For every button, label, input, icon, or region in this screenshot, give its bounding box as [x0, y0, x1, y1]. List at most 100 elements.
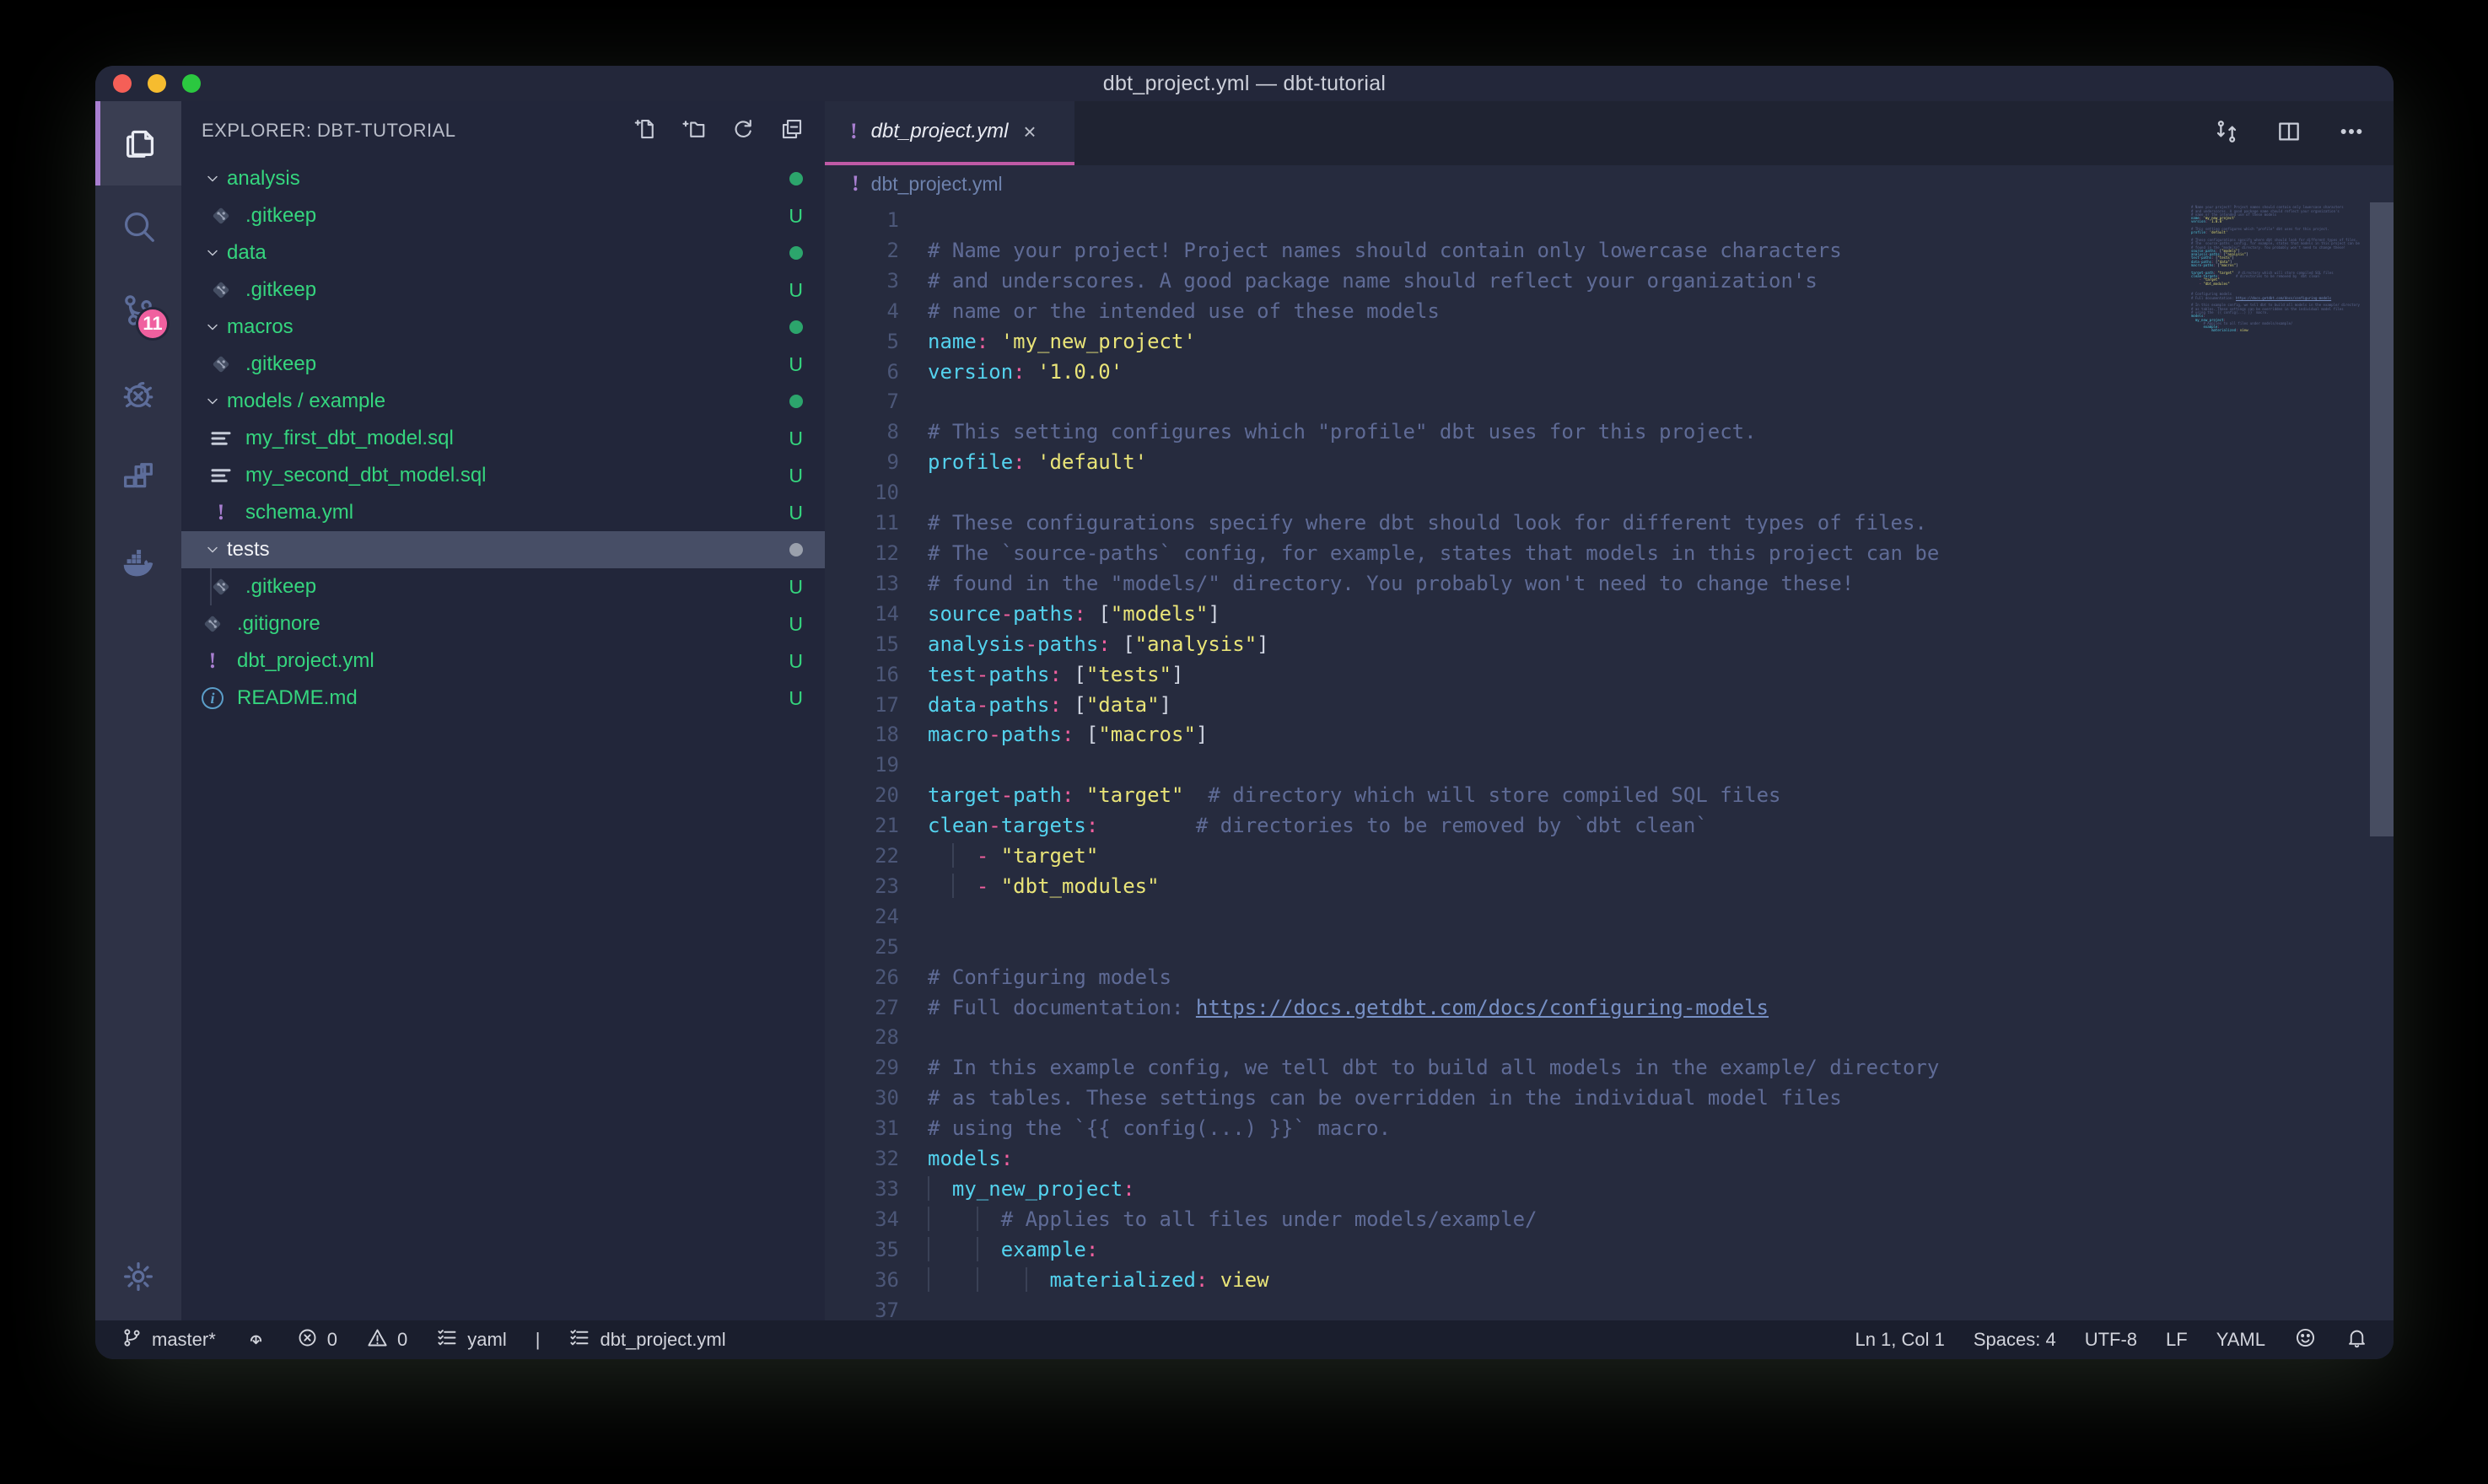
breadcrumb-file[interactable]: dbt_project.yml	[871, 173, 1003, 196]
line-content: # found in the "models/" directory. You …	[899, 569, 1854, 600]
status-feedback[interactable]	[2294, 1326, 2317, 1354]
tree-file--gitkeep[interactable]: .gitkeepU	[181, 568, 825, 605]
yaml-file-icon: !	[850, 119, 858, 144]
code-line: 22 - "target"	[825, 841, 2183, 872]
vscode-window: dbt_project.yml — dbt-tutorial 11 EXPLOR…	[95, 66, 2394, 1359]
minimap[interactable]: # Name your project! Project names shoul…	[2186, 202, 2368, 336]
refresh-explorer-button[interactable]	[730, 116, 756, 146]
line-content	[2186, 332, 2191, 336]
extensions-icon	[119, 460, 158, 503]
activity-item-settings[interactable]	[95, 1236, 181, 1320]
screenshot-stage: dbt_project.yml — dbt-tutorial 11 EXPLOR…	[0, 0, 2488, 1484]
collapse-folders-button[interactable]	[779, 116, 805, 146]
code-area[interactable]: 12# Name your project! Project names sho…	[825, 202, 2183, 1320]
status-linter-file[interactable]: dbt_project.yml	[568, 1326, 725, 1354]
tree-folder-analysis[interactable]: analysis	[181, 160, 825, 197]
activity-item-search[interactable]	[95, 186, 181, 270]
status-publish-changes[interactable]	[245, 1326, 267, 1354]
line-number: 19	[825, 750, 899, 781]
status-linter-file-label: dbt_project.yml	[600, 1329, 725, 1351]
status-warnings[interactable]: 0	[366, 1326, 407, 1354]
status-separator-label: |	[536, 1329, 541, 1351]
line-number: 3	[825, 266, 899, 297]
git-untracked-badge: U	[789, 465, 803, 487]
code-editor[interactable]: 12# Name your project! Project names sho…	[825, 202, 2394, 1320]
split-editor-button[interactable]	[2275, 118, 2302, 149]
code-line: 7	[825, 387, 2183, 417]
code-line: 12# The `source-paths` config, for examp…	[825, 539, 2183, 569]
tree-item-label: .gitkeep	[245, 575, 316, 599]
tree-file-dbt-project-yml[interactable]: !dbt_project.ymlU	[181, 643, 825, 680]
file-tree: analysis.gitkeepUdata.gitkeepUmacros.git…	[181, 160, 825, 1320]
line-content: # Configuring models	[899, 963, 1171, 993]
code-line: 24	[825, 902, 2183, 933]
line-number: 5	[825, 327, 899, 358]
line-number: 28	[825, 1023, 899, 1053]
more-actions-button[interactable]	[2338, 118, 2365, 149]
line-content: macro-paths: ["macros"]	[2186, 263, 2238, 267]
line-content	[899, 478, 928, 508]
code-line: 36 materialized: view	[825, 1266, 2183, 1296]
tree-folder-tests[interactable]: tests	[181, 531, 825, 568]
status-eol[interactable]: LF	[2166, 1329, 2188, 1351]
git-untracked-badge: U	[789, 353, 803, 376]
new-folder-button[interactable]	[681, 116, 707, 146]
code-line: 20target-path: "target" # directory whic…	[825, 781, 2183, 811]
status-language-mode[interactable]: YAML	[2216, 1329, 2265, 1351]
breadcrumb[interactable]: ! dbt_project.yml	[825, 165, 2394, 202]
tree-file--gitignore[interactable]: .gitignoreU	[181, 605, 825, 643]
status-encoding[interactable]: UTF-8	[2085, 1329, 2137, 1351]
doc-link[interactable]: https://docs.getdbt.com/docs/configuring…	[2236, 296, 2331, 300]
tree-file-my-second-dbt-model-sql[interactable]: my_second_dbt_model.sqlU	[181, 457, 825, 494]
status-indentation[interactable]: Spaces: 4	[1974, 1329, 2056, 1351]
tree-file--gitkeep[interactable]: .gitkeepU	[181, 346, 825, 383]
tree-file-readme-md[interactable]: iREADME.mdU	[181, 680, 825, 717]
tree-file-schema-yml[interactable]: !schema.ymlU	[181, 494, 825, 531]
activity-item-extensions[interactable]	[95, 438, 181, 523]
code-line: 2# Name your project! Project names shou…	[825, 236, 2183, 266]
tree-item-label: .gitignore	[237, 612, 320, 636]
activity-item-explorer[interactable]	[95, 101, 181, 186]
git-file-icon	[208, 277, 234, 303]
info-file-icon: i	[200, 686, 225, 711]
git-untracked-badge: U	[789, 502, 803, 524]
status-errors[interactable]: 0	[296, 1326, 337, 1354]
tree-file--gitkeep[interactable]: .gitkeepU	[181, 197, 825, 234]
doc-link[interactable]: https://docs.getdbt.com/docs/configuring…	[1196, 996, 1769, 1019]
line-number: 37	[825, 1296, 899, 1320]
line-content: data-paths: ["data"]	[899, 691, 1171, 721]
vertical-scrollbar[interactable]	[2370, 202, 2394, 836]
status-git-branch[interactable]: master*	[121, 1326, 216, 1354]
chevron-down-icon	[198, 319, 227, 336]
sync-icon	[245, 1326, 267, 1354]
code-line: 10	[825, 478, 2183, 508]
line-number: 13	[825, 569, 899, 600]
tree-folder-macros[interactable]: macros	[181, 309, 825, 346]
tree-file-my-first-dbt-model-sql[interactable]: my_first_dbt_model.sqlU	[181, 420, 825, 457]
line-content: my_new_project:	[899, 1175, 1135, 1205]
tree-folder-models-example[interactable]: models / example	[181, 383, 825, 420]
line-number: 20	[825, 781, 899, 811]
status-notifications[interactable]	[2345, 1326, 2368, 1354]
tree-item-label: .gitkeep	[245, 204, 316, 228]
git-file-icon	[208, 574, 234, 600]
tree-folder-data[interactable]: data	[181, 234, 825, 272]
close-tab-icon[interactable]: ×	[1023, 119, 1036, 145]
debug-icon	[119, 375, 158, 418]
activity-item-run-and-debug[interactable]	[95, 354, 181, 438]
tree-file--gitkeep[interactable]: .gitkeepU	[181, 272, 825, 309]
line-content: profile: 'default'	[899, 448, 1147, 478]
line-number: 32	[825, 1144, 899, 1175]
tab-dbt-project-yml[interactable]: ! dbt_project.yml ×	[825, 101, 1074, 165]
line-number: 36	[825, 1266, 899, 1296]
activity-item-source-control[interactable]: 11	[95, 270, 181, 354]
sql-file-icon	[208, 426, 234, 451]
bell-icon	[2345, 1326, 2368, 1354]
activity-item-docker[interactable]	[95, 523, 181, 607]
open-changes-button[interactable]	[2213, 118, 2240, 149]
status-cursor-position[interactable]: Ln 1, Col 1	[1855, 1329, 1944, 1351]
status-linter-yaml[interactable]: yaml	[436, 1326, 506, 1354]
new-file-button[interactable]	[633, 116, 658, 146]
activity-spacer	[95, 607, 181, 1236]
gear-icon	[119, 1257, 158, 1300]
